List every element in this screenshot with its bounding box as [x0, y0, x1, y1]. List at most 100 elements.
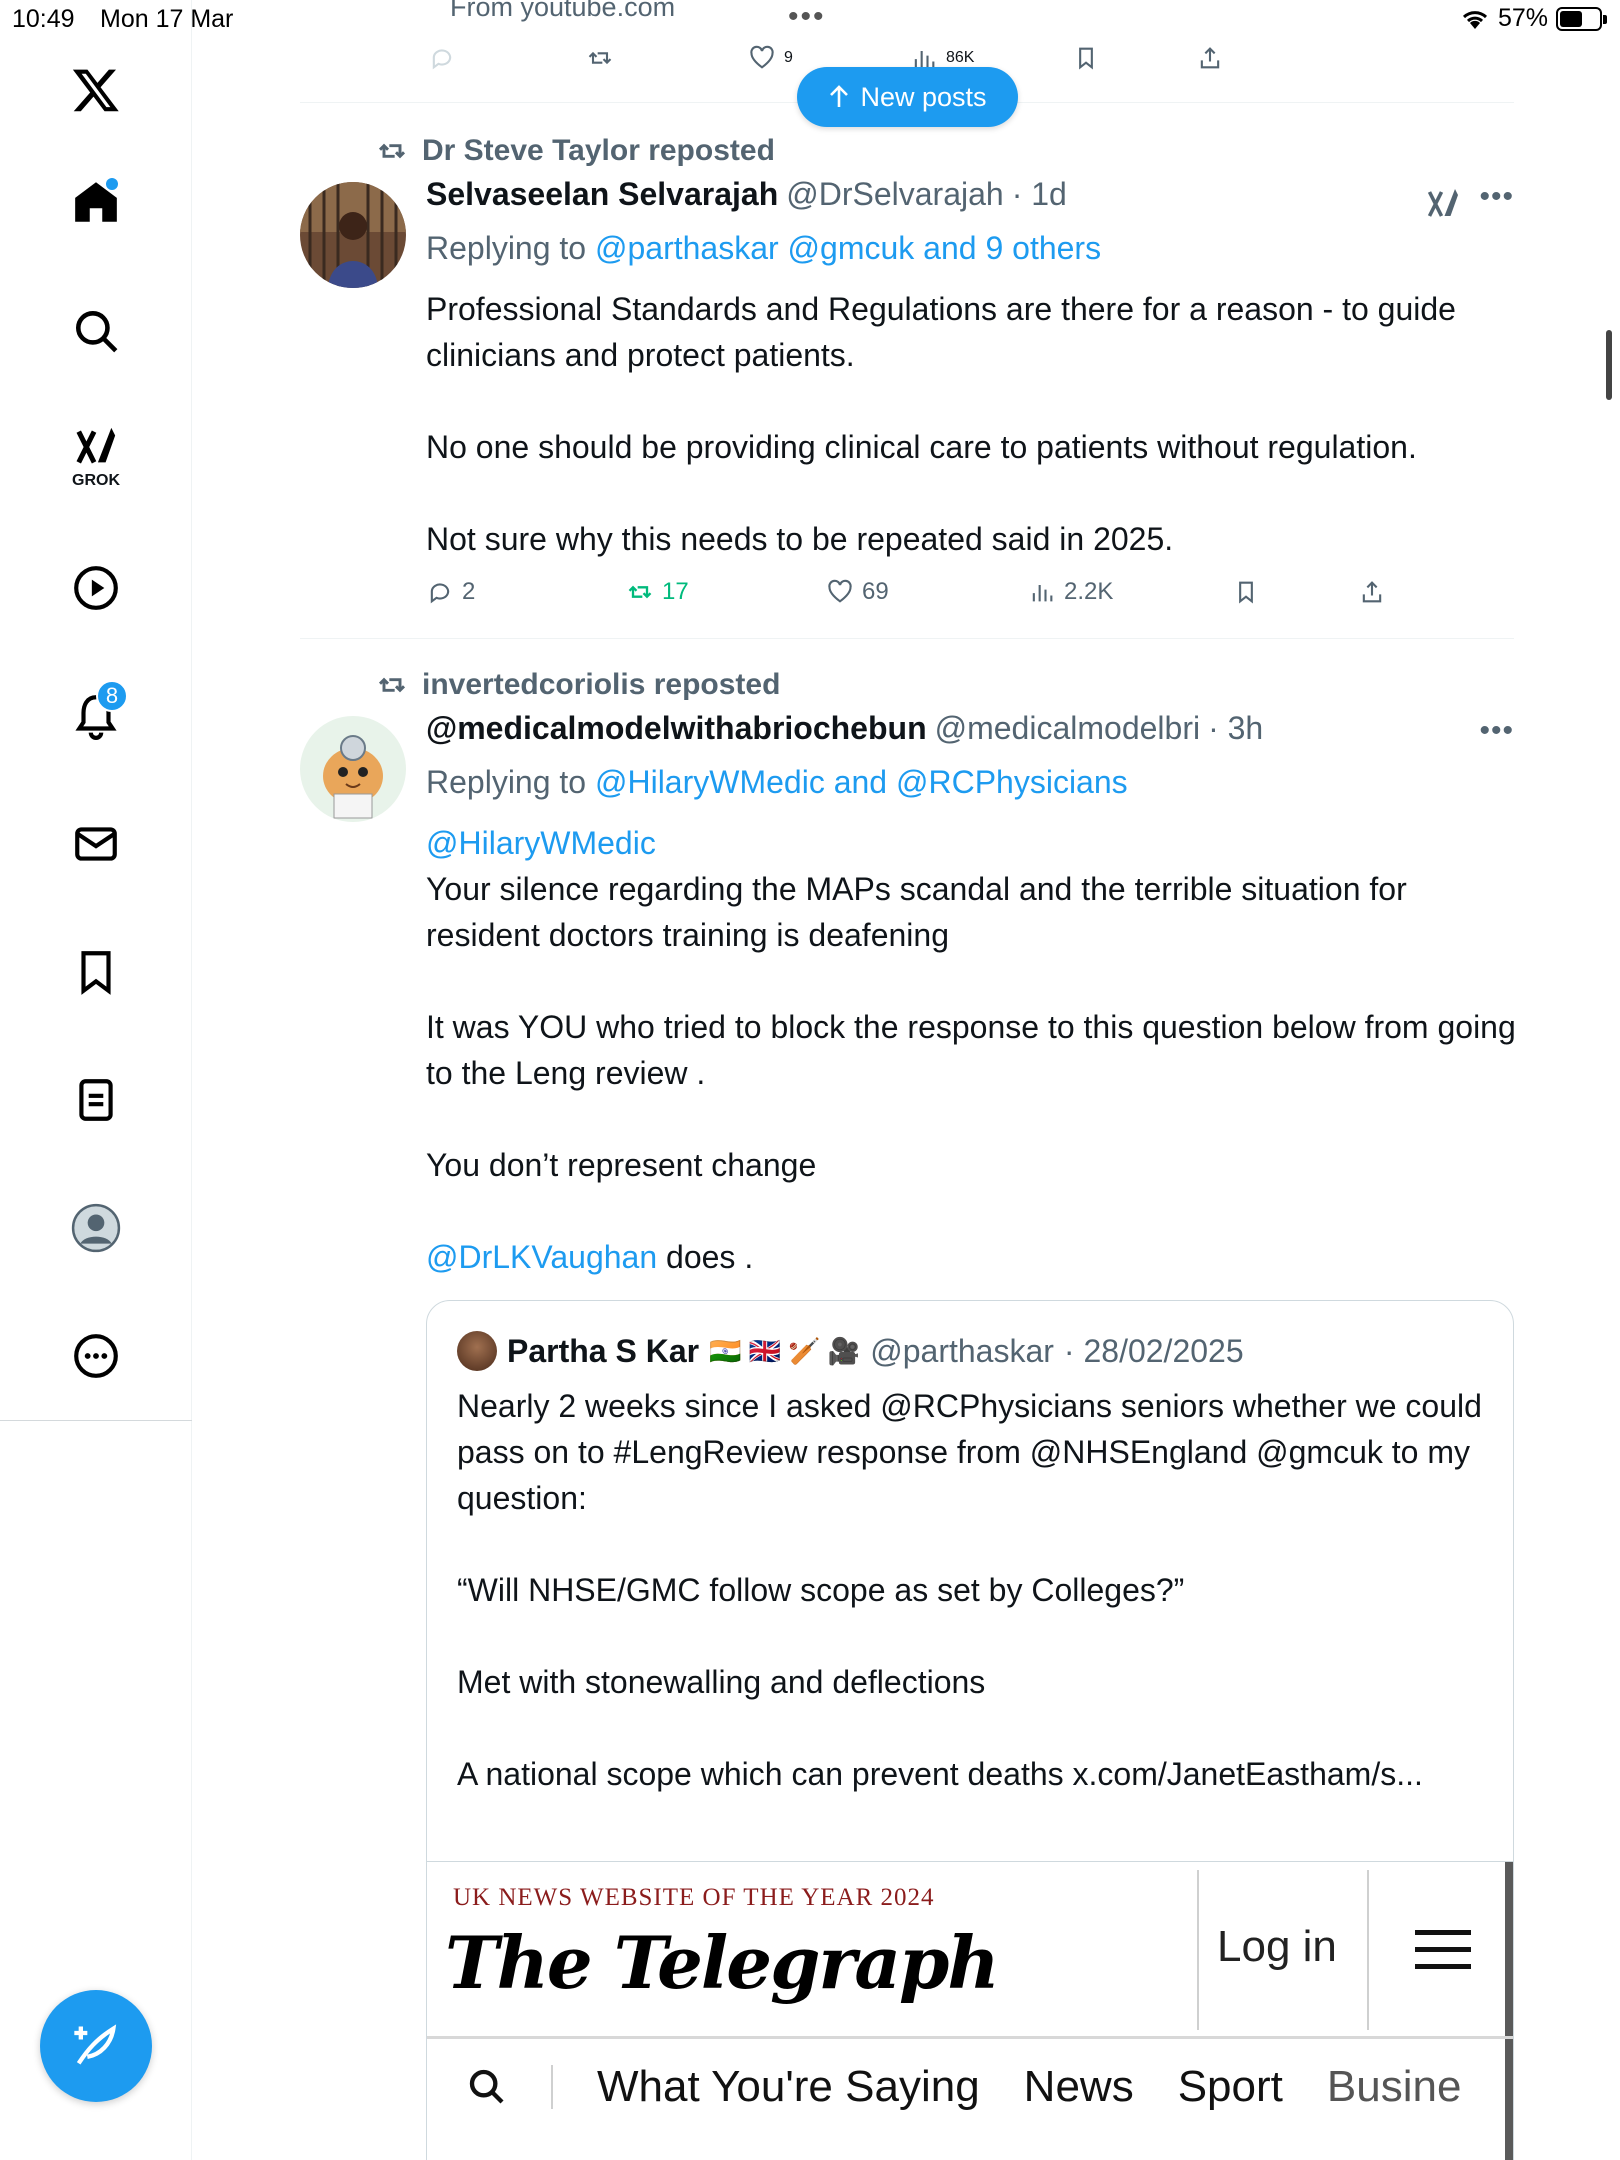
replying-to: Replying to @parthaskar @gmcuk and 9 oth… [426, 230, 1101, 267]
link-source[interactable]: From youtube.com [450, 0, 675, 23]
view-count: 86K [946, 49, 975, 66]
post-time[interactable]: · 1d [1012, 176, 1067, 213]
post-actions: 2 17 69 2.2K [426, 578, 1426, 618]
battery-percent: 57% [1497, 4, 1548, 32]
quote-author-name[interactable]: Partha S Kar [507, 1333, 699, 1370]
heart-icon [750, 45, 774, 69]
post-paragraph: No one should be providing clinical care… [426, 429, 1417, 465]
video-icon[interactable] [60, 552, 132, 624]
author-name[interactable]: Selvaseelan Selvarajah [426, 176, 778, 213]
author-handle[interactable]: @medicalmodelbri [935, 710, 1200, 747]
replying-to-link[interactable]: @parthaskar @gmcuk and 9 others [595, 230, 1101, 266]
grok-icon[interactable]: GROK [60, 420, 132, 492]
home-unread-dot [106, 178, 118, 190]
telegraph-award: UK NEWS WEBSITE OF THE YEAR 2024 [453, 1884, 935, 1911]
telegraph-nav: What You're Saying News Sport Busine [467, 2062, 1461, 2112]
telegraph-divider [427, 2036, 1513, 2039]
post-divider [300, 638, 1514, 639]
quote-paragraph: “Will NHSE/GMC follow scope as set by Co… [457, 1572, 1185, 1608]
share-button[interactable] [1358, 578, 1386, 606]
notifications-icon[interactable]: 8 [60, 680, 132, 752]
heart-icon [828, 579, 852, 603]
post-paragraph: You don’t represent change [426, 1147, 817, 1183]
bookmark-icon [1239, 581, 1253, 604]
page-scrollbar[interactable] [1606, 330, 1612, 400]
repost-header: invertedcoriolis reposted [376, 668, 780, 702]
post-paragraph-end: does . [657, 1239, 754, 1275]
mention-link[interactable]: @HilaryWMedic [426, 825, 656, 861]
telegraph-login: Log in [1217, 1922, 1337, 1971]
new-posts-button[interactable]: New posts [797, 67, 1018, 127]
quote-author-handle: @parthaskar [870, 1332, 1054, 1369]
post-paragraph: Your silence regarding the MAPs scandal … [426, 871, 1407, 953]
multitasking-dots-icon[interactable]: ••• [788, 0, 826, 34]
compose-post-button[interactable] [40, 1990, 152, 2102]
search-icon[interactable] [60, 295, 132, 367]
telegraph-nav-item: Busine [1326, 2062, 1462, 2111]
quote-text: Nearly 2 weeks since I asked @RCPhysicia… [457, 1383, 1487, 1797]
post-paragraph: It was YOU who tried to block the respon… [426, 1009, 1516, 1091]
reposted-by[interactable]: invertedcoriolis reposted [422, 668, 780, 702]
wifi-icon [1462, 10, 1487, 29]
avatar[interactable] [300, 716, 406, 822]
repost-icon [378, 677, 406, 693]
replying-to-link[interactable]: @HilaryWMedic and @RCPhysicians [595, 764, 1128, 800]
telegraph-logo: The Telegraph [445, 1920, 1000, 2005]
reply-button[interactable] [428, 44, 456, 72]
reply-button[interactable]: 2 [426, 578, 475, 606]
post-more-icon[interactable]: ••• [1479, 180, 1514, 214]
like-button[interactable]: 69 [826, 578, 889, 606]
search-icon [469, 2069, 504, 2104]
like-count: 9 [784, 49, 793, 66]
replying-prefix: Replying to [426, 764, 587, 800]
replying-to: Replying to @HilaryWMedic and @RCPhysici… [426, 764, 1128, 801]
quote-time: · 28/02/2025 [1063, 1332, 1244, 1369]
profile-icon[interactable] [60, 1192, 132, 1264]
author-name[interactable]: @medicalmodelwithabriochebun [426, 710, 927, 747]
repost-button[interactable] [586, 44, 614, 72]
share-button[interactable] [1196, 44, 1224, 72]
lists-icon[interactable] [60, 1064, 132, 1136]
status-right: 57% [1460, 4, 1607, 33]
telegraph-nav-item: Sport [1177, 2062, 1283, 2111]
telegraph-divider [1197, 1870, 1199, 2030]
bookmark-icon [1079, 47, 1093, 70]
reply-icon [432, 49, 452, 70]
messages-icon[interactable] [60, 808, 132, 880]
share-icon [1200, 47, 1220, 69]
quoted-post[interactable]: Partha S Kar 🇮🇳 🇬🇧 🏏 🎥 @parthaskar · 28/… [426, 1300, 1514, 2160]
like-button[interactable]: 9 [748, 44, 793, 72]
home-icon[interactable] [60, 166, 132, 238]
compose-feather-icon [74, 2024, 117, 2065]
arrow-up-icon [830, 85, 849, 107]
quote-paragraph: Nearly 2 weeks since I asked @RCPhysicia… [457, 1388, 1482, 1516]
x-logo-icon[interactable] [60, 54, 132, 126]
reposted-by[interactable]: Dr Steve Taylor reposted [422, 134, 775, 168]
post-paragraph: Professional Standards and Regulations a… [426, 291, 1456, 373]
post-more-icon[interactable]: ••• [1479, 714, 1514, 748]
post-time[interactable]: · 3h [1208, 710, 1263, 747]
notifications-badge: 8 [96, 680, 128, 712]
mention-link[interactable]: @DrLKVaughan [426, 1239, 657, 1275]
quote-paragraph: Met with stonewalling and deflections [457, 1664, 986, 1700]
bookmarks-icon[interactable] [60, 936, 132, 1008]
reply-count: 2 [462, 578, 476, 605]
share-icon [1362, 581, 1382, 603]
telegraph-divider [1367, 1870, 1369, 2030]
author-handle[interactable]: @DrSelvarajah [786, 176, 1003, 213]
bookmark-button[interactable] [1232, 578, 1260, 606]
more-icon[interactable] [60, 1320, 132, 1392]
hamburger-menu-icon [1415, 1930, 1471, 1981]
reply-icon [430, 583, 450, 604]
telegraph-scrollbar [1505, 1862, 1513, 2160]
quote-avatar[interactable] [457, 1331, 497, 1371]
views-icon [1032, 585, 1053, 602]
telegraph-screenshot-card[interactable]: UK NEWS WEBSITE OF THE YEAR 2024 The Tel… [427, 1861, 1513, 2160]
bookmark-button[interactable] [1072, 44, 1100, 72]
views-button[interactable]: 2.2K [1028, 578, 1113, 606]
avatar[interactable] [300, 182, 406, 288]
like-count: 69 [862, 578, 889, 605]
grok-explain-icon[interactable] [1424, 186, 1462, 222]
repost-button[interactable]: 17 [626, 578, 689, 606]
telegraph-nav-item: News [1023, 2062, 1134, 2111]
